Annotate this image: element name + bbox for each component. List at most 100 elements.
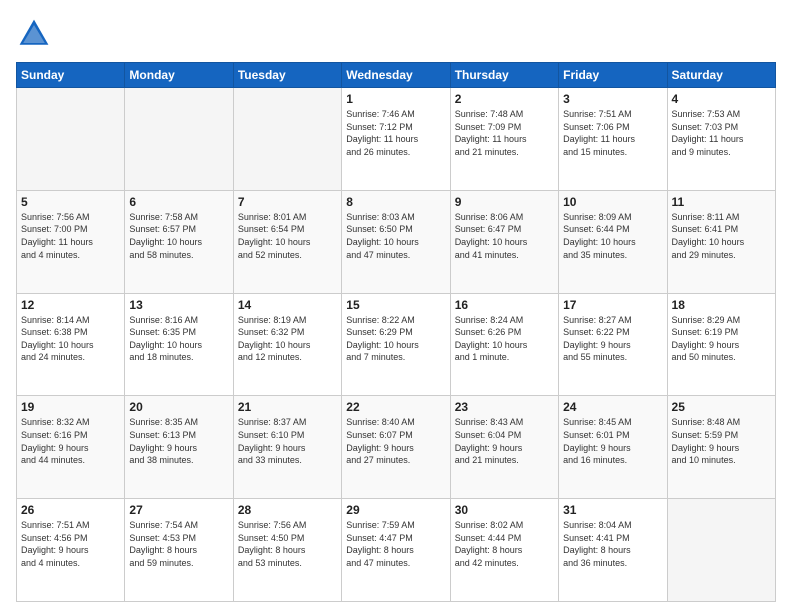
calendar-cell: 16 Sunrise: 8:24 AM Sunset: 6:26 PM Dayli… — [450, 293, 558, 396]
day-info: Sunrise: 8:24 AM Sunset: 6:26 PM Dayligh… — [455, 314, 554, 364]
day-number: 8 — [346, 195, 445, 209]
calendar-cell: 30 Sunrise: 8:02 AM Sunset: 4:44 PM Dayli… — [450, 499, 558, 602]
day-info: Sunrise: 8:43 AM Sunset: 6:04 PM Dayligh… — [455, 416, 554, 466]
day-info: Sunrise: 8:48 AM Sunset: 5:59 PM Dayligh… — [672, 416, 771, 466]
day-info: Sunrise: 8:02 AM Sunset: 4:44 PM Dayligh… — [455, 519, 554, 569]
day-number: 1 — [346, 92, 445, 106]
day-header-sunday: Sunday — [17, 63, 125, 88]
day-info: Sunrise: 8:37 AM Sunset: 6:10 PM Dayligh… — [238, 416, 337, 466]
day-number: 14 — [238, 298, 337, 312]
day-number: 12 — [21, 298, 120, 312]
day-header-thursday: Thursday — [450, 63, 558, 88]
calendar-cell: 20Sunrise: 8:35 AM Sunset: 6:13 PM Dayli… — [125, 396, 233, 499]
calendar-cell: 26Sunrise: 7:51 AM Sunset: 4:56 PM Dayli… — [17, 499, 125, 602]
calendar-cell: 18 Sunrise: 8:29 AM Sunset: 6:19 PM Dayli… — [667, 293, 775, 396]
day-header-saturday: Saturday — [667, 63, 775, 88]
calendar-cell: 31Sunrise: 8:04 AM Sunset: 4:41 PM Dayli… — [559, 499, 667, 602]
day-info: Sunrise: 7:53 AM Sunset: 7:03 PM Dayligh… — [672, 108, 771, 158]
calendar-cell: 21 Sunrise: 8:37 AM Sunset: 6:10 PM Dayli… — [233, 396, 341, 499]
calendar-cell: 17 Sunrise: 8:27 AM Sunset: 6:22 PM Dayli… — [559, 293, 667, 396]
logo-icon — [16, 16, 52, 52]
day-number: 13 — [129, 298, 228, 312]
day-header-wednesday: Wednesday — [342, 63, 450, 88]
day-info: Sunrise: 8:27 AM Sunset: 6:22 PM Dayligh… — [563, 314, 662, 364]
day-number: 22 — [346, 400, 445, 414]
day-number: 19 — [21, 400, 120, 414]
calendar-cell: 24 Sunrise: 8:45 AM Sunset: 6:01 PM Dayli… — [559, 396, 667, 499]
day-number: 27 — [129, 503, 228, 517]
day-number: 20 — [129, 400, 228, 414]
calendar-cell: 13 Sunrise: 8:16 AM Sunset: 6:35 PM Dayli… — [125, 293, 233, 396]
day-number: 25 — [672, 400, 771, 414]
day-info: Sunrise: 7:54 AM Sunset: 4:53 PM Dayligh… — [129, 519, 228, 569]
calendar-week-4: 19 Sunrise: 8:32 AM Sunset: 6:16 PM Dayli… — [17, 396, 776, 499]
calendar-cell: 1 Sunrise: 7:46 AM Sunset: 7:12 PM Daylig… — [342, 88, 450, 191]
calendar-cell — [667, 499, 775, 602]
calendar-cell: 6 Sunrise: 7:58 AM Sunset: 6:57 PM Daylig… — [125, 190, 233, 293]
day-header-monday: Monday — [125, 63, 233, 88]
calendar-cell: 2 Sunrise: 7:48 AM Sunset: 7:09 PM Daylig… — [450, 88, 558, 191]
day-number: 21 — [238, 400, 337, 414]
calendar-cell: 14 Sunrise: 8:19 AM Sunset: 6:32 PM Dayli… — [233, 293, 341, 396]
calendar-cell: 5 Sunrise: 7:56 AM Sunset: 7:00 PM Daylig… — [17, 190, 125, 293]
calendar-cell: 23 Sunrise: 8:43 AM Sunset: 6:04 PM Dayli… — [450, 396, 558, 499]
day-number: 26 — [21, 503, 120, 517]
logo — [16, 16, 56, 52]
calendar-header-row: SundayMondayTuesdayWednesdayThursdayFrid… — [17, 63, 776, 88]
day-number: 29 — [346, 503, 445, 517]
day-info: Sunrise: 8:29 AM Sunset: 6:19 PM Dayligh… — [672, 314, 771, 364]
calendar-week-3: 12Sunrise: 8:14 AM Sunset: 6:38 PM Dayli… — [17, 293, 776, 396]
calendar-cell: 4 Sunrise: 7:53 AM Sunset: 7:03 PM Daylig… — [667, 88, 775, 191]
page: SundayMondayTuesdayWednesdayThursdayFrid… — [0, 0, 792, 612]
day-number: 7 — [238, 195, 337, 209]
day-number: 18 — [672, 298, 771, 312]
day-info: Sunrise: 8:06 AM Sunset: 6:47 PM Dayligh… — [455, 211, 554, 261]
calendar-cell: 29 Sunrise: 7:59 AM Sunset: 4:47 PM Dayli… — [342, 499, 450, 602]
calendar-cell: 15Sunrise: 8:22 AM Sunset: 6:29 PM Dayli… — [342, 293, 450, 396]
header — [16, 16, 776, 52]
calendar-cell: 28Sunrise: 7:56 AM Sunset: 4:50 PM Dayli… — [233, 499, 341, 602]
calendar-cell: 3Sunrise: 7:51 AM Sunset: 7:06 PM Daylig… — [559, 88, 667, 191]
calendar-cell: 12Sunrise: 8:14 AM Sunset: 6:38 PM Dayli… — [17, 293, 125, 396]
calendar-cell — [125, 88, 233, 191]
day-number: 2 — [455, 92, 554, 106]
day-info: Sunrise: 8:32 AM Sunset: 6:16 PM Dayligh… — [21, 416, 120, 466]
day-info: Sunrise: 7:56 AM Sunset: 4:50 PM Dayligh… — [238, 519, 337, 569]
day-info: Sunrise: 8:03 AM Sunset: 6:50 PM Dayligh… — [346, 211, 445, 261]
day-info: Sunrise: 8:11 AM Sunset: 6:41 PM Dayligh… — [672, 211, 771, 261]
day-header-friday: Friday — [559, 63, 667, 88]
day-info: Sunrise: 8:19 AM Sunset: 6:32 PM Dayligh… — [238, 314, 337, 364]
calendar-cell: 11 Sunrise: 8:11 AM Sunset: 6:41 PM Dayli… — [667, 190, 775, 293]
calendar-cell: 10 Sunrise: 8:09 AM Sunset: 6:44 PM Dayli… — [559, 190, 667, 293]
day-number: 23 — [455, 400, 554, 414]
day-number: 4 — [672, 92, 771, 106]
day-info: Sunrise: 7:58 AM Sunset: 6:57 PM Dayligh… — [129, 211, 228, 261]
day-info: Sunrise: 7:59 AM Sunset: 4:47 PM Dayligh… — [346, 519, 445, 569]
calendar-week-1: 1 Sunrise: 7:46 AM Sunset: 7:12 PM Daylig… — [17, 88, 776, 191]
day-number: 24 — [563, 400, 662, 414]
day-number: 6 — [129, 195, 228, 209]
day-header-tuesday: Tuesday — [233, 63, 341, 88]
day-number: 17 — [563, 298, 662, 312]
day-number: 30 — [455, 503, 554, 517]
day-number: 15 — [346, 298, 445, 312]
day-number: 11 — [672, 195, 771, 209]
calendar-cell: 27 Sunrise: 7:54 AM Sunset: 4:53 PM Dayli… — [125, 499, 233, 602]
day-info: Sunrise: 7:46 AM Sunset: 7:12 PM Dayligh… — [346, 108, 445, 158]
day-info: Sunrise: 7:48 AM Sunset: 7:09 PM Dayligh… — [455, 108, 554, 158]
day-info: Sunrise: 8:16 AM Sunset: 6:35 PM Dayligh… — [129, 314, 228, 364]
calendar-cell: 7 Sunrise: 8:01 AM Sunset: 6:54 PM Daylig… — [233, 190, 341, 293]
calendar: SundayMondayTuesdayWednesdayThursdayFrid… — [16, 62, 776, 602]
day-info: Sunrise: 8:01 AM Sunset: 6:54 PM Dayligh… — [238, 211, 337, 261]
day-info: Sunrise: 8:45 AM Sunset: 6:01 PM Dayligh… — [563, 416, 662, 466]
calendar-cell: 22 Sunrise: 8:40 AM Sunset: 6:07 PM Dayli… — [342, 396, 450, 499]
day-number: 16 — [455, 298, 554, 312]
day-number: 5 — [21, 195, 120, 209]
calendar-cell: 25 Sunrise: 8:48 AM Sunset: 5:59 PM Dayli… — [667, 396, 775, 499]
day-info: Sunrise: 8:09 AM Sunset: 6:44 PM Dayligh… — [563, 211, 662, 261]
day-info: Sunrise: 8:40 AM Sunset: 6:07 PM Dayligh… — [346, 416, 445, 466]
day-info: Sunrise: 7:51 AM Sunset: 7:06 PM Dayligh… — [563, 108, 662, 158]
calendar-cell: 19 Sunrise: 8:32 AM Sunset: 6:16 PM Dayli… — [17, 396, 125, 499]
day-info: Sunrise: 7:56 AM Sunset: 7:00 PM Dayligh… — [21, 211, 120, 261]
day-number: 10 — [563, 195, 662, 209]
